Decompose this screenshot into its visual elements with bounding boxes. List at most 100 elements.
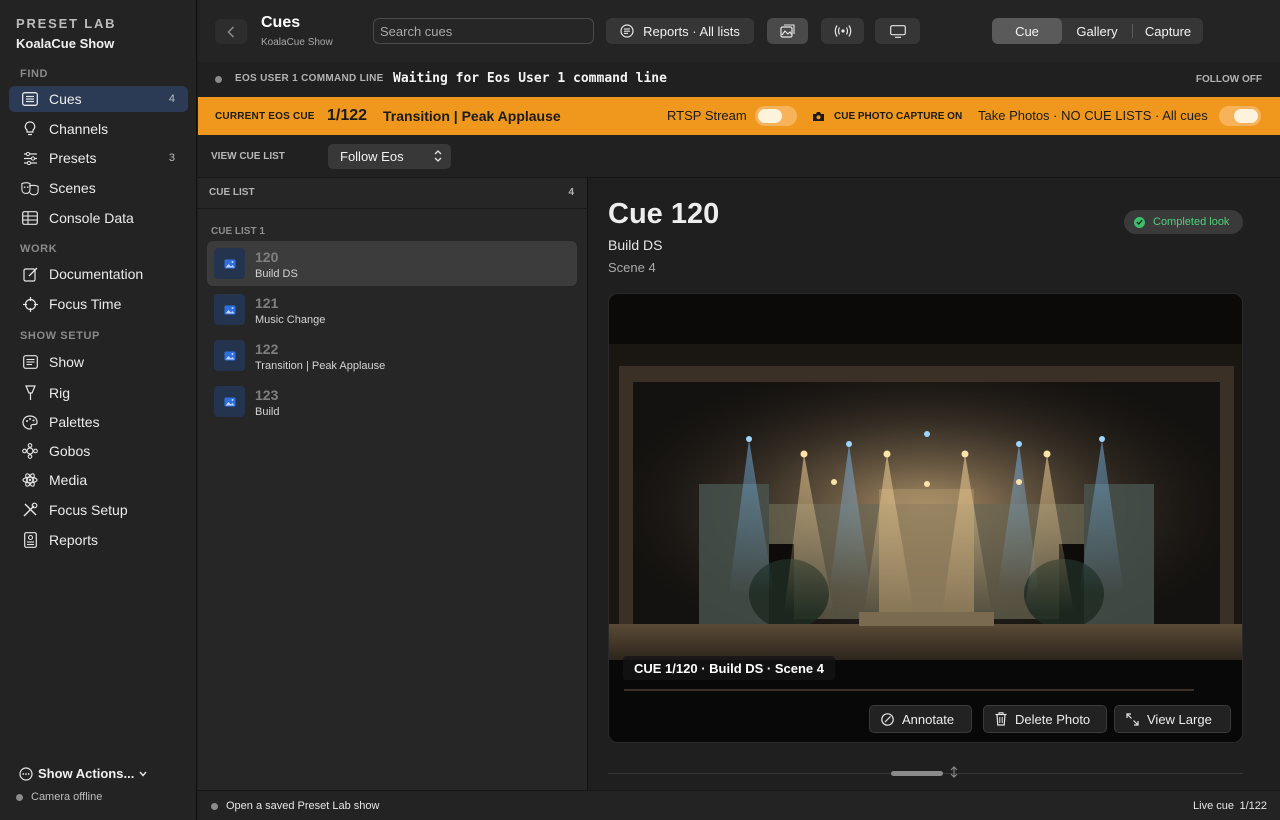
crosshair-icon [21, 295, 39, 313]
table-icon [21, 209, 39, 227]
cue-list-select[interactable]: Follow Eos [328, 144, 451, 169]
sidebar-item-media[interactable]: Media [9, 467, 188, 493]
sidebar-item-scenes[interactable]: Scenes [9, 175, 188, 201]
cue-name: Transition | Peak Applause [255, 360, 386, 372]
photo-icon [214, 248, 245, 279]
section-show-setup: SHOW SETUP [20, 330, 100, 342]
reports-button[interactable]: Reports · All lists [606, 18, 754, 44]
cue-row[interactable]: 120 Build DS [207, 241, 577, 286]
cue-row[interactable]: 121 Music Change [207, 287, 577, 332]
sidebar-item-count: 3 [168, 152, 175, 164]
cue-number: 122 [255, 341, 279, 357]
segment-cue[interactable]: Cue [992, 18, 1062, 44]
view-large-button[interactable]: View Large [1114, 705, 1231, 733]
cue-name: Build [255, 406, 280, 418]
sidebar-item-label: Focus Setup [49, 502, 128, 518]
cue-row[interactable]: 123 Build [207, 379, 577, 424]
sliders-icon [21, 149, 39, 167]
sidebar-item-focus-time[interactable]: Focus Time [9, 291, 188, 317]
spotlight-icon [21, 384, 39, 402]
sidebar-item-show[interactable]: Show [9, 349, 188, 375]
sidebar-item-palettes[interactable]: Palettes [9, 409, 188, 435]
bulb-icon [21, 120, 39, 138]
live-cue-label: Live cue [1193, 800, 1234, 812]
sidebar-item-label: Show [49, 354, 85, 370]
cue-list-title: CUE LIST [209, 187, 255, 198]
cue-list-select-value: Follow Eos [340, 149, 404, 164]
sidebar-item-rig[interactable]: Rig [9, 380, 188, 406]
sidebar-item-reports[interactable]: Reports [9, 527, 188, 553]
photos-button[interactable] [767, 18, 808, 44]
sidebar-item-console-data[interactable]: Console Data [9, 205, 188, 231]
cue-title: Cue 120 [608, 198, 720, 230]
status-badge-label: Completed look [1153, 216, 1230, 228]
sidebar-item-documentation[interactable]: Documentation [9, 261, 188, 287]
current-cue-name: Transition | Peak Applause [383, 108, 561, 124]
chevron-left-icon [227, 25, 235, 38]
sidebar: PRESET LAB KoalaCue Show FIND Cues 4 Cha… [0, 0, 197, 820]
camera-status-text: Camera offline [31, 791, 103, 803]
ellipsis-circle-icon [19, 766, 33, 781]
cue-name: Build DS [255, 268, 298, 280]
resize-handle[interactable] [891, 771, 943, 776]
annotate-button-label: Annotate [902, 711, 955, 727]
cue-detail-panel: Cue 120 Build DS Scene 4 Completed look [589, 178, 1280, 790]
sidebar-item-label: Reports [49, 532, 99, 548]
list-icon [21, 353, 39, 371]
show-name: KoalaCue Show [16, 36, 115, 51]
rtsp-stream-toggle[interactable] [755, 106, 797, 126]
annotate-button[interactable]: Annotate [869, 705, 972, 733]
status-dot [16, 793, 23, 801]
segment-capture[interactable]: Capture [1133, 18, 1203, 44]
cue-row[interactable]: 122 Transition | Peak Applause [207, 333, 577, 378]
camera-icon [812, 109, 825, 127]
cue-photo-capture-label: CUE PHOTO CAPTURE ON [834, 111, 963, 122]
status-dot [211, 803, 218, 810]
sidebar-item-cues[interactable]: Cues 4 [9, 86, 188, 112]
current-cue-bar: CURRENT EOS CUE 1/122 Transition | Peak … [198, 97, 1280, 135]
section-work: WORK [20, 243, 58, 255]
sidebar-item-label: Gobos [49, 443, 91, 459]
view-cue-list-row: VIEW CUE LIST Follow Eos [198, 135, 1280, 178]
segment-gallery[interactable]: Gallery [1062, 18, 1132, 44]
cue-list-panel: CUE LIST 4 CUE LIST 1 120 Build DS 121 M… [198, 178, 588, 790]
photo-stack-icon [780, 24, 795, 38]
trash-icon [995, 712, 1007, 726]
sidebar-item-gobos[interactable]: Gobos [9, 438, 188, 464]
sidebar-item-count: 4 [168, 93, 175, 105]
take-photos-toggle[interactable] [1219, 106, 1261, 126]
search-input[interactable] [373, 18, 594, 44]
sidebar-item-label: Focus Time [49, 296, 122, 312]
toggle-knob [1234, 109, 1258, 123]
gobo-icon [21, 442, 39, 460]
cue-number: 121 [255, 295, 279, 311]
follow-toggle[interactable]: FOLLOW OFF [1196, 74, 1262, 85]
toggle-knob [758, 109, 782, 123]
sidebar-item-label: Scenes [49, 180, 96, 196]
sidebar-item-focus-setup[interactable]: Focus Setup [9, 497, 188, 523]
delete-photo-button[interactable]: Delete Photo [983, 705, 1107, 733]
status-message: Open a saved Preset Lab show [226, 800, 380, 812]
sidebar-item-label: Channels [49, 121, 109, 137]
resize-arrows-icon[interactable] [950, 765, 958, 783]
cue-label: Build DS [608, 237, 663, 253]
command-line-label: EOS USER 1 COMMAND LINE [235, 73, 384, 84]
monitor-icon [889, 24, 906, 38]
cue-number: 120 [255, 249, 279, 265]
back-button[interactable] [215, 19, 247, 44]
sidebar-item-label: Cues [49, 91, 82, 107]
live-cue-number: 1/122 [1239, 800, 1267, 812]
display-button[interactable] [875, 18, 920, 44]
sidebar-item-label: Console Data [49, 210, 134, 226]
broadcast-button[interactable] [821, 18, 864, 44]
command-line-row: EOS USER 1 COMMAND LINE Waiting for Eos … [198, 62, 1280, 97]
show-actions-menu[interactable]: Show Actions... [19, 766, 147, 781]
sidebar-item-channels[interactable]: Channels [9, 116, 188, 142]
chevron-down-icon [139, 771, 147, 777]
checkmark-icon [1134, 216, 1145, 228]
sidebar-item-label: Palettes [49, 414, 100, 430]
status-badge: Completed look [1124, 210, 1243, 234]
sidebar-item-presets[interactable]: Presets 3 [9, 145, 188, 171]
broadcast-icon [834, 25, 852, 37]
reports-button-label: Reports · All lists [643, 23, 740, 39]
